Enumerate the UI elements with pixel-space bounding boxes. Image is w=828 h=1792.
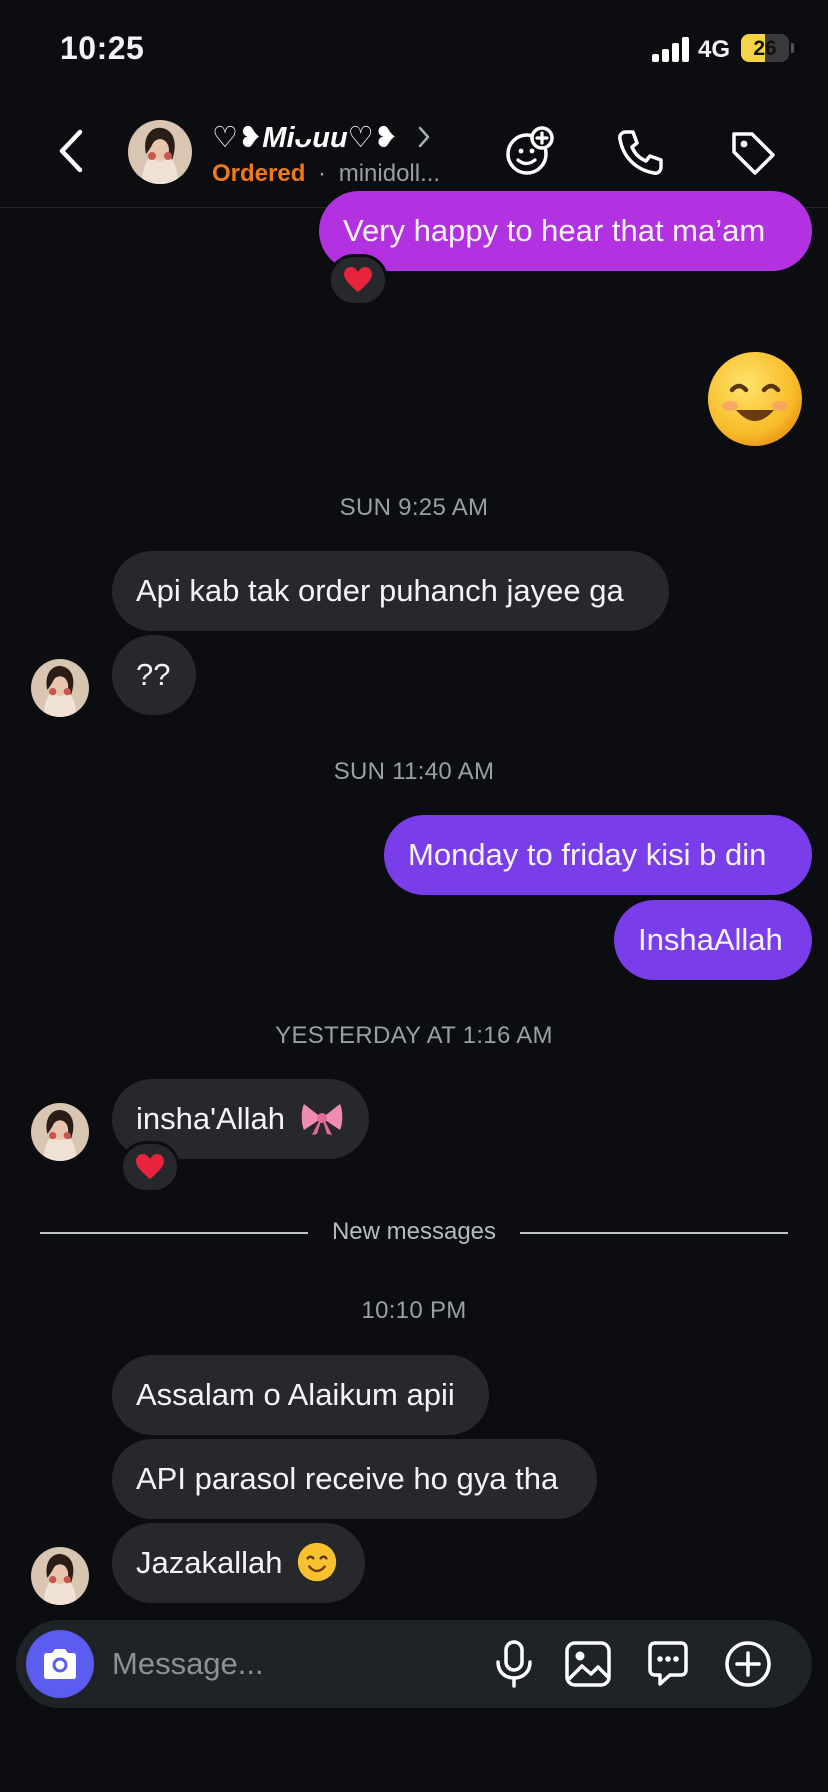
timestamp: YESTERDAY AT 1:16 AM (275, 1022, 553, 1049)
incoming-message[interactable]: Assalam o Alaikum apii (112, 1355, 489, 1435)
avatar[interactable] (128, 120, 192, 184)
timestamp: SUN 11:40 AM (333, 758, 495, 785)
message-input[interactable] (112, 1640, 412, 1688)
avatar[interactable] (31, 659, 89, 717)
network-label: 4G (698, 36, 731, 63)
back-chevron-icon[interactable] (50, 126, 94, 176)
message-composer (16, 1620, 812, 1708)
smiling-face-icon (297, 1542, 337, 1581)
contact-name[interactable]: ♡❥Miᴗuu♡❥ (212, 120, 398, 155)
subtitle-separator: · (318, 160, 327, 187)
status-bar: 10:25 4G 26 (0, 0, 828, 100)
incoming-message[interactable]: Api kab tak order puhanch jayee ga (112, 551, 669, 631)
timestamp: SUN 9:25 AM (339, 494, 489, 521)
outgoing-message[interactable]: Very happy to hear that ma’am (319, 191, 812, 271)
add-person-icon[interactable] (502, 124, 558, 180)
divider-line (520, 1232, 788, 1234)
incoming-message[interactable]: ?? (112, 635, 196, 715)
gallery-icon[interactable] (562, 1638, 614, 1690)
incoming-message-text: Jazakallah (136, 1545, 283, 1580)
outgoing-message[interactable]: Monday to friday kisi b din (384, 815, 812, 895)
avatar[interactable] (31, 1103, 89, 1161)
contact-username: minidoll... (338, 160, 441, 187)
bow-icon (301, 1103, 342, 1135)
battery-nub (791, 43, 794, 53)
plus-circle-icon[interactable] (722, 1638, 774, 1690)
phone-icon[interactable] (612, 124, 668, 180)
camera-icon (44, 1649, 76, 1679)
incoming-message[interactable]: API parasol receive ho gya tha (112, 1439, 597, 1519)
contact-subtitle: Ordered · minidoll... (212, 160, 440, 188)
status-time: 10:25 (60, 30, 145, 66)
tag-icon[interactable] (724, 124, 780, 180)
smiling-face-icon[interactable] (706, 350, 804, 448)
camera-button[interactable] (26, 1630, 94, 1698)
microphone-icon[interactable] (488, 1638, 540, 1690)
incoming-message[interactable]: Jazakallah (112, 1523, 365, 1603)
chevron-right-icon[interactable] (415, 124, 433, 150)
incoming-message-text: insha'Allah (136, 1101, 285, 1136)
chat-bubble-icon[interactable] (642, 1638, 694, 1690)
battery-icon: 26 (741, 34, 789, 62)
heart-icon[interactable] (120, 1141, 180, 1193)
avatar[interactable] (31, 1547, 89, 1605)
battery-level: 26 (753, 37, 777, 60)
cell-signal-icon (652, 36, 692, 62)
heart-icon[interactable] (328, 254, 388, 306)
timestamp: 10:10 PM (361, 1297, 467, 1324)
order-status: Ordered (212, 160, 306, 187)
outgoing-message[interactable]: InshaAllah (614, 900, 812, 980)
